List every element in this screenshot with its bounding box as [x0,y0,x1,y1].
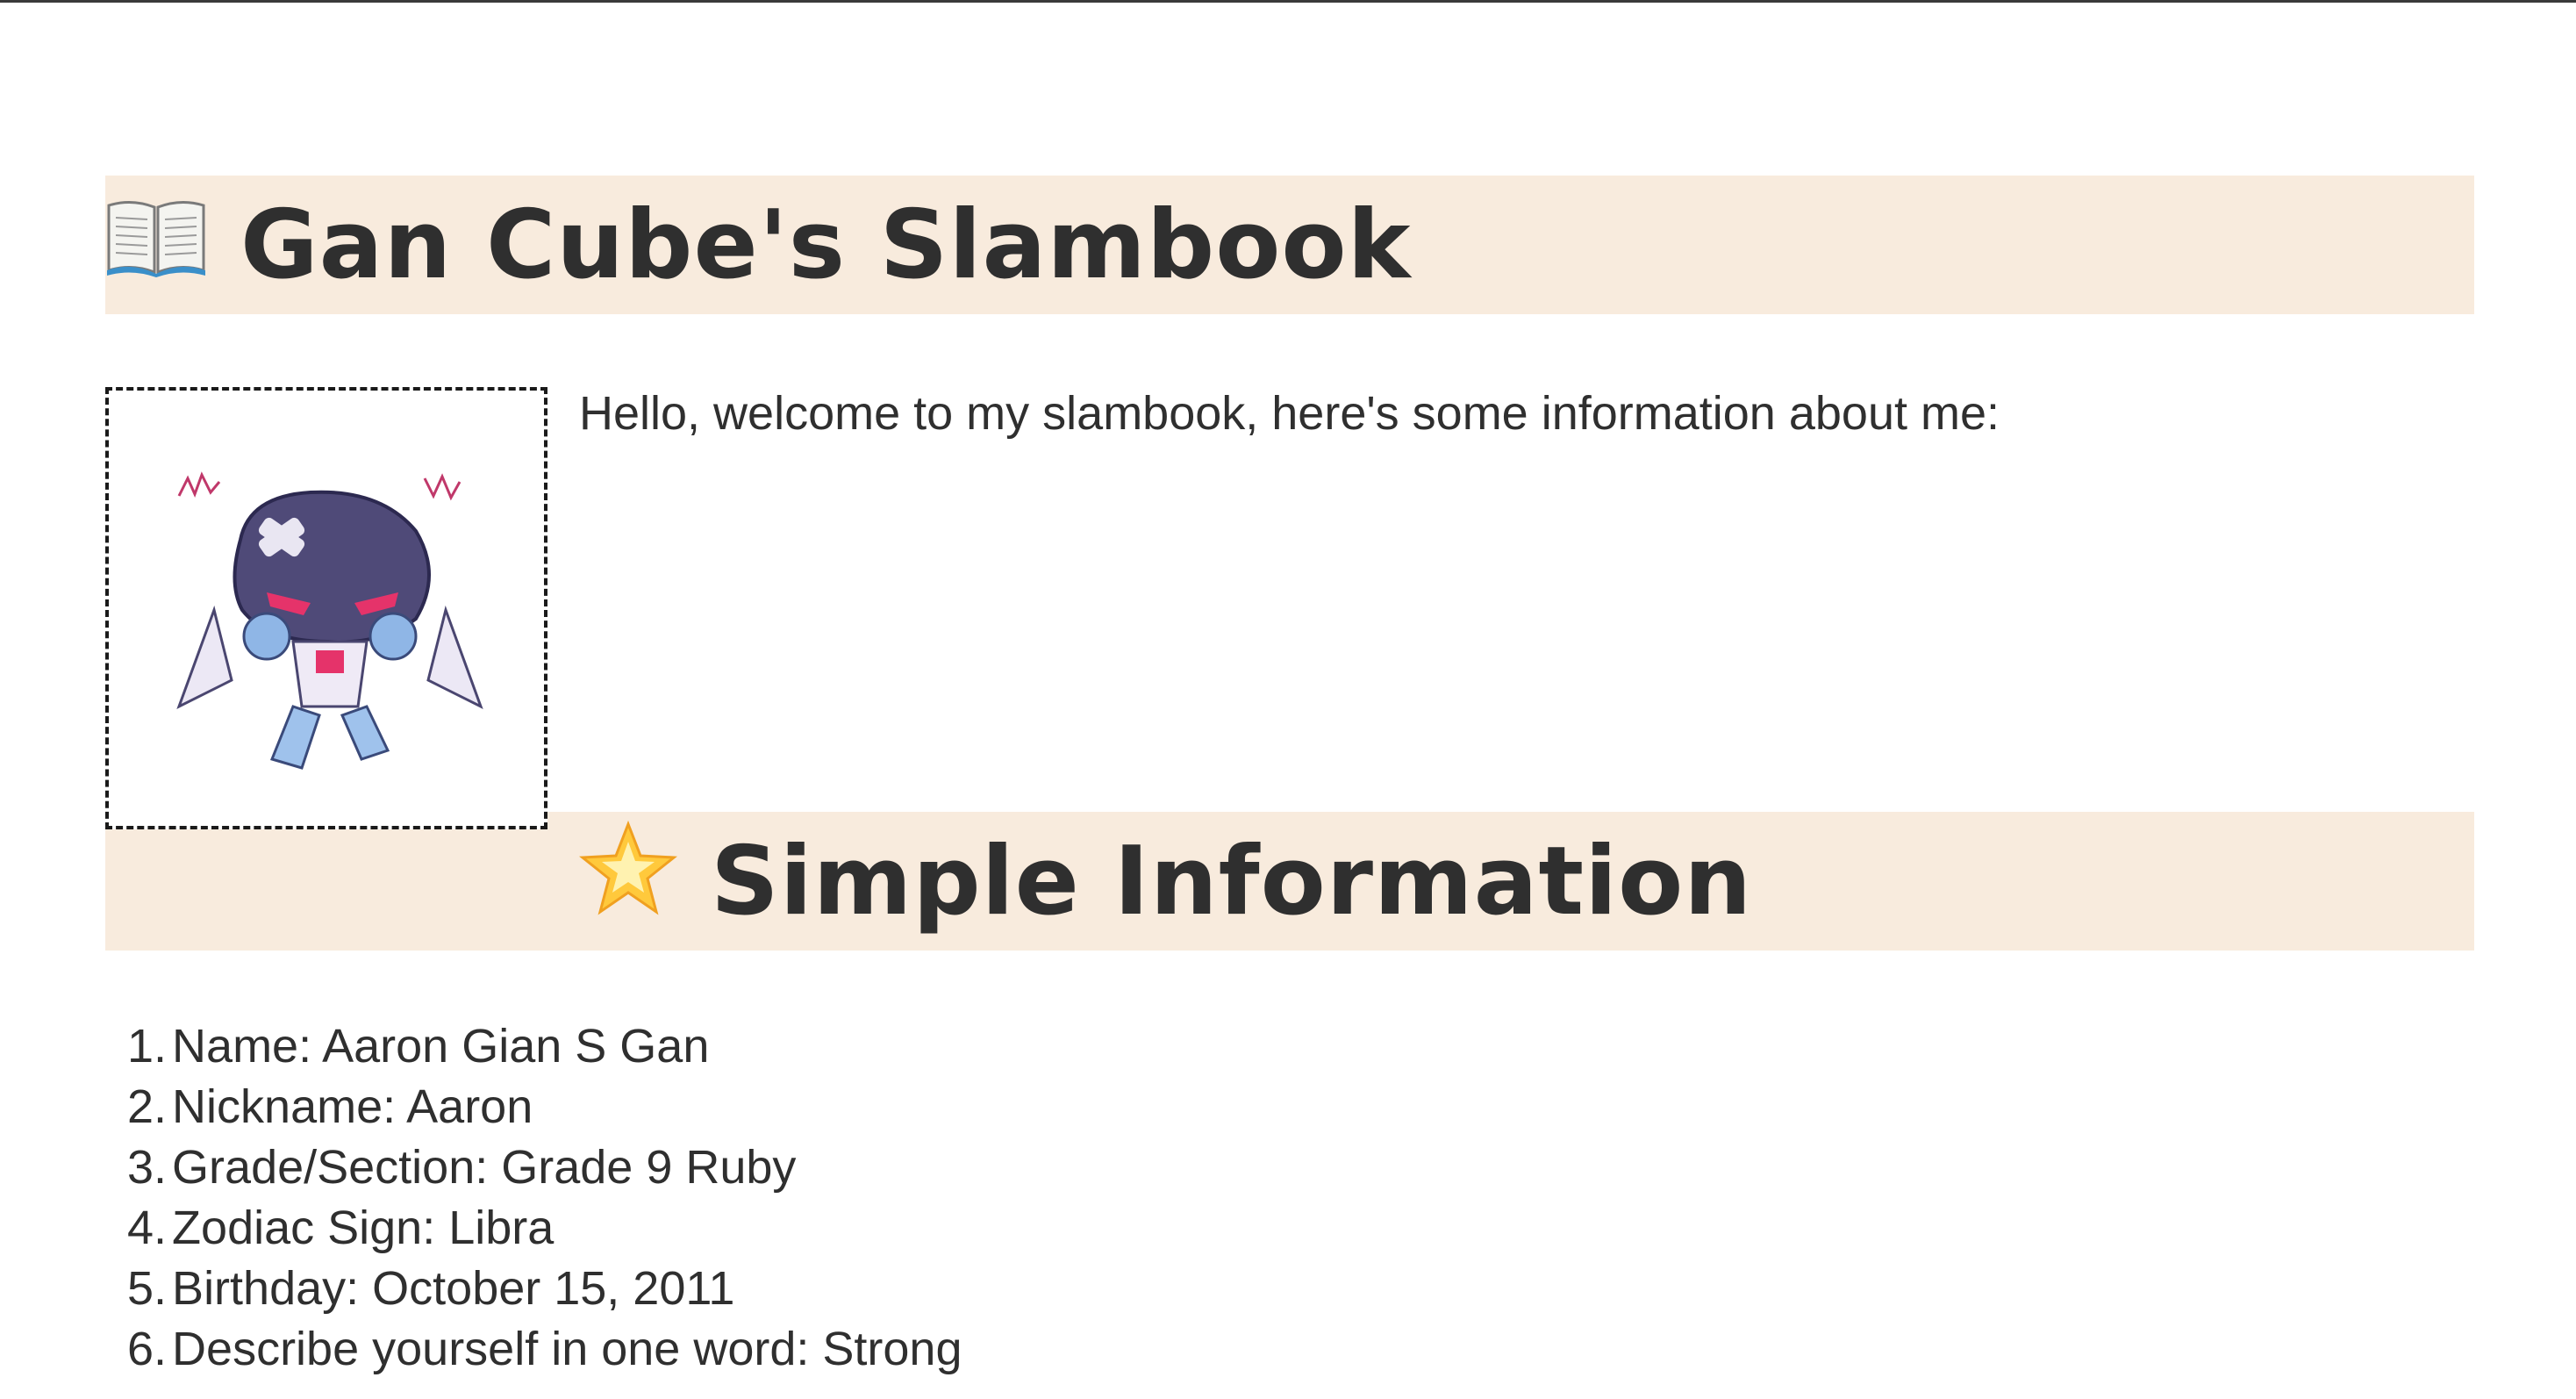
info-list: 1. Name: Aaron Gian S Gan 2. Nickname: Aar… [127,1016,962,1380]
open-book-icon [105,190,207,300]
list-item-text: Birthday: October 15, 2011 [172,1262,735,1315]
list-item-text: Nickname: Aaron [172,1080,533,1133]
list-item-text: Grade/Section: Grade 9 Ruby [172,1141,797,1194]
title-banner: Gan Cube's Slambook [105,176,2474,314]
robot-avatar-icon [176,471,483,770]
top-border [0,0,2576,3]
list-item-number: 3. [127,1141,168,1194]
list-item-number: 1. [127,1020,168,1073]
list-item-number: 2. [127,1080,168,1133]
list-item-text: Zodiac Sign: Libra [172,1202,555,1254]
list-item-text: Describe yourself in one word: Strong [172,1323,962,1375]
list-item: 3. Grade/Section: Grade 9 Ruby [127,1137,962,1198]
section-banner: Simple Information [105,812,2474,951]
list-item: 4. Zodiac Sign: Libra [127,1198,962,1259]
list-item-number: 5. [127,1262,168,1315]
list-item: 1. Name: Aaron Gian S Gan [127,1016,962,1077]
list-item: 5. Birthday: October 15, 2011 [127,1259,962,1319]
list-item-number: 6. [127,1323,168,1375]
glowing-star-icon [578,820,678,942]
page-title: Gan Cube's Slambook [105,190,1411,300]
section-title: Simple Information [578,820,1753,942]
page-title-text: Gan Cube's Slambook [240,190,1412,300]
list-item: 2. Nickname: Aaron [127,1077,962,1137]
list-item-text: Name: Aaron Gian S Gan [172,1020,710,1073]
list-item-number: 4. [127,1202,168,1254]
avatar [105,387,547,829]
list-item: 6. Describe yourself in one word: Strong [127,1319,962,1380]
intro-text: Hello, welcome to my slambook, here's so… [579,387,2000,440]
section-title-text: Simple Information [711,826,1753,936]
